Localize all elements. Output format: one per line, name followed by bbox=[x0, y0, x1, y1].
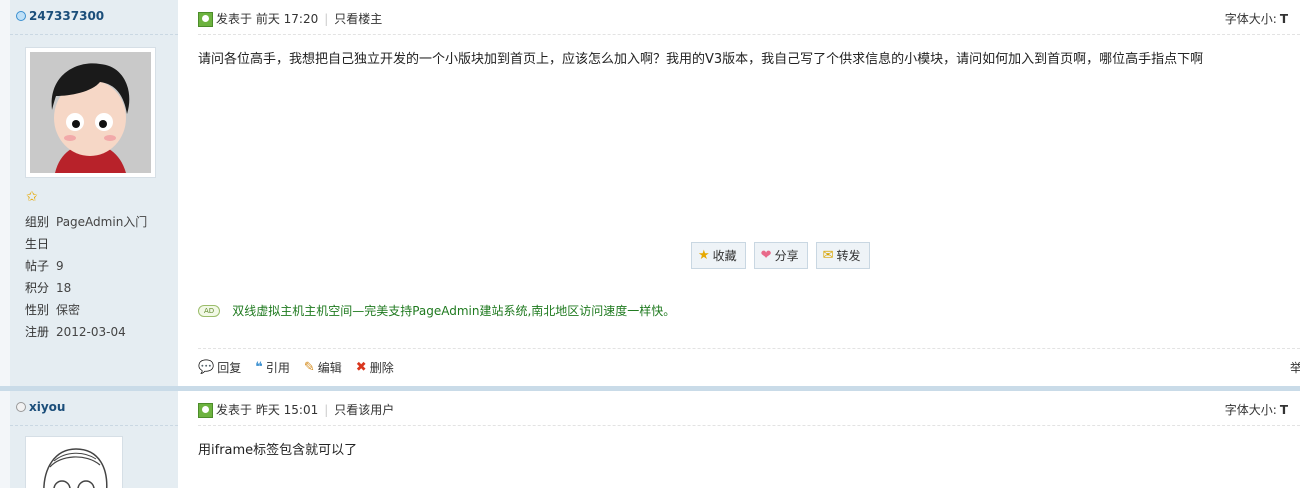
quote-button[interactable]: ❝ 引用 bbox=[255, 359, 290, 376]
star-icon: ✩ bbox=[26, 189, 38, 205]
quote-label: 引用 bbox=[265, 361, 290, 375]
posted-icon bbox=[198, 11, 213, 27]
info-row-group: 组别 PageAdmin入门 bbox=[25, 212, 147, 234]
points-value: 18 bbox=[56, 281, 72, 295]
reply-button[interactable]: 💬 回复 bbox=[198, 359, 241, 376]
register-value: 2012-03-04 bbox=[56, 325, 126, 339]
post-operations: 💬 回复 ❝ 引用 ✎ 编辑 ✖ 删除 bbox=[198, 359, 394, 376]
edit-label: 编辑 bbox=[317, 361, 342, 375]
divider bbox=[10, 425, 178, 426]
post-main: 发表于 前天 17:20 | 只看楼主 字体大小: T 请问各位高手，我想把自己独… bbox=[178, 0, 1300, 386]
edit-button[interactable]: ✎ 编辑 bbox=[304, 359, 342, 376]
header-separator: | bbox=[324, 403, 329, 417]
favorite-label: 收藏 bbox=[712, 249, 737, 263]
post-content: 用iframe标签包含就可以了 bbox=[198, 443, 358, 458]
view-only-author-link[interactable]: 只看楼主 bbox=[334, 9, 382, 29]
header-divider bbox=[198, 425, 1300, 426]
points-label: 积分 bbox=[25, 281, 50, 295]
avatar[interactable] bbox=[25, 436, 123, 488]
post-actions: ★ 收藏 ❤ 分享 ✉ 转发 bbox=[691, 242, 870, 269]
star-icon: ★ bbox=[698, 248, 710, 263]
info-row-gender: 性别 保密 bbox=[25, 300, 147, 322]
username-text[interactable]: 247337300 bbox=[29, 9, 104, 23]
info-row-posts: 帖子 9 bbox=[25, 256, 147, 278]
font-size-toggle[interactable]: T bbox=[1280, 403, 1288, 417]
view-only-user-link[interactable]: 只看该用户 bbox=[334, 400, 394, 420]
share-button[interactable]: ❤ 分享 bbox=[753, 242, 808, 269]
user-info: 组别 PageAdmin入门 生日 帖子 9 积分 18 性别 保密 注册 20… bbox=[25, 212, 147, 344]
ad-text[interactable]: 双线虚拟主机主机空间—完美支持PageAdmin建站系统,南北地区访问速度一样快… bbox=[232, 302, 675, 319]
post-content: 请问各位高手，我想把自己独立开发的一个小版块加到首页上，应该怎么加入啊？我用的V… bbox=[198, 52, 1204, 67]
share-label: 分享 bbox=[774, 249, 799, 263]
info-row-birthday: 生日 bbox=[25, 234, 147, 256]
ad-link[interactable]: AD 双线虚拟主机主机空间—完美支持PageAdmin建站系统,南北地区访问速度… bbox=[198, 302, 675, 319]
register-label: 注册 bbox=[25, 325, 50, 339]
speech-bubble-icon: 💬 bbox=[198, 360, 215, 375]
gender-label: 性别 bbox=[25, 303, 50, 317]
cross-icon: ✖ bbox=[355, 360, 367, 375]
delete-label: 删除 bbox=[369, 361, 394, 375]
username[interactable]: xiyou bbox=[16, 400, 65, 414]
envelope-icon: ✉ bbox=[822, 248, 834, 263]
heart-icon: ❤ bbox=[760, 248, 772, 263]
post-main: 发表于 昨天 15:01 | 只看该用户 字体大小: T 用iframe标签包含就… bbox=[178, 391, 1300, 488]
forward-button[interactable]: ✉ 转发 bbox=[815, 242, 870, 269]
post-header: 发表于 昨天 15:01 | 只看该用户 字体大小: T bbox=[198, 400, 1300, 420]
info-row-register: 注册 2012-03-04 bbox=[25, 322, 147, 344]
post-2: xiyou 发表于 昨天 15:01 | 只看该用户 字体大小: T 用ifra… bbox=[0, 391, 1300, 488]
user-sidebar: xiyou bbox=[0, 391, 178, 488]
info-row-points: 积分 18 bbox=[25, 278, 147, 300]
user-sidebar: 247337300 ✩ 组别 PageAdmin入门 生日 帖子 9 积分 18… bbox=[0, 0, 178, 386]
cartoon-avatar-image bbox=[30, 52, 151, 173]
group-value[interactable]: PageAdmin入门 bbox=[56, 212, 147, 234]
username-text[interactable]: xiyou bbox=[29, 400, 65, 414]
favorite-button[interactable]: ★ 收藏 bbox=[691, 242, 746, 269]
delete-button[interactable]: ✖ 删除 bbox=[356, 359, 394, 376]
gender-value: 保密 bbox=[56, 303, 81, 317]
ad-badge-icon: AD bbox=[198, 304, 221, 317]
sketch-avatar-image bbox=[26, 437, 122, 488]
font-size-control: 字体大小: T bbox=[1225, 9, 1288, 29]
font-size-label: 字体大小: bbox=[1224, 12, 1277, 26]
post-header: 发表于 前天 17:20 | 只看楼主 字体大小: T bbox=[198, 9, 1300, 29]
reply-label: 回复 bbox=[217, 361, 242, 375]
offline-status-icon bbox=[16, 402, 26, 412]
online-status-icon bbox=[16, 11, 26, 21]
posted-time: 发表于 前天 17:20 bbox=[216, 12, 319, 26]
avatar[interactable] bbox=[25, 47, 156, 178]
posted-time: 发表于 昨天 15:01 bbox=[216, 403, 319, 417]
posted-icon bbox=[198, 402, 213, 418]
font-size-label: 字体大小: bbox=[1224, 403, 1277, 417]
posts-value: 9 bbox=[56, 259, 64, 273]
group-label: 组别 bbox=[25, 215, 50, 229]
forward-label: 转发 bbox=[836, 249, 861, 263]
header-divider bbox=[198, 34, 1300, 35]
posts-label: 帖子 bbox=[25, 259, 50, 273]
font-size-control: 字体大小: T bbox=[1225, 400, 1288, 420]
birthday-label: 生日 bbox=[25, 237, 50, 251]
divider bbox=[10, 34, 178, 35]
post-1: 247337300 ✩ 组别 PageAdmin入门 生日 帖子 9 积分 18… bbox=[0, 0, 1300, 386]
username[interactable]: 247337300 bbox=[16, 9, 104, 23]
header-separator: | bbox=[324, 12, 329, 26]
pencil-icon: ✎ bbox=[303, 360, 315, 375]
actions-divider bbox=[198, 348, 1300, 349]
report-link[interactable]: 举 bbox=[1290, 359, 1300, 376]
quote-icon: ❝ bbox=[255, 360, 263, 375]
font-size-toggle[interactable]: T bbox=[1280, 12, 1288, 26]
